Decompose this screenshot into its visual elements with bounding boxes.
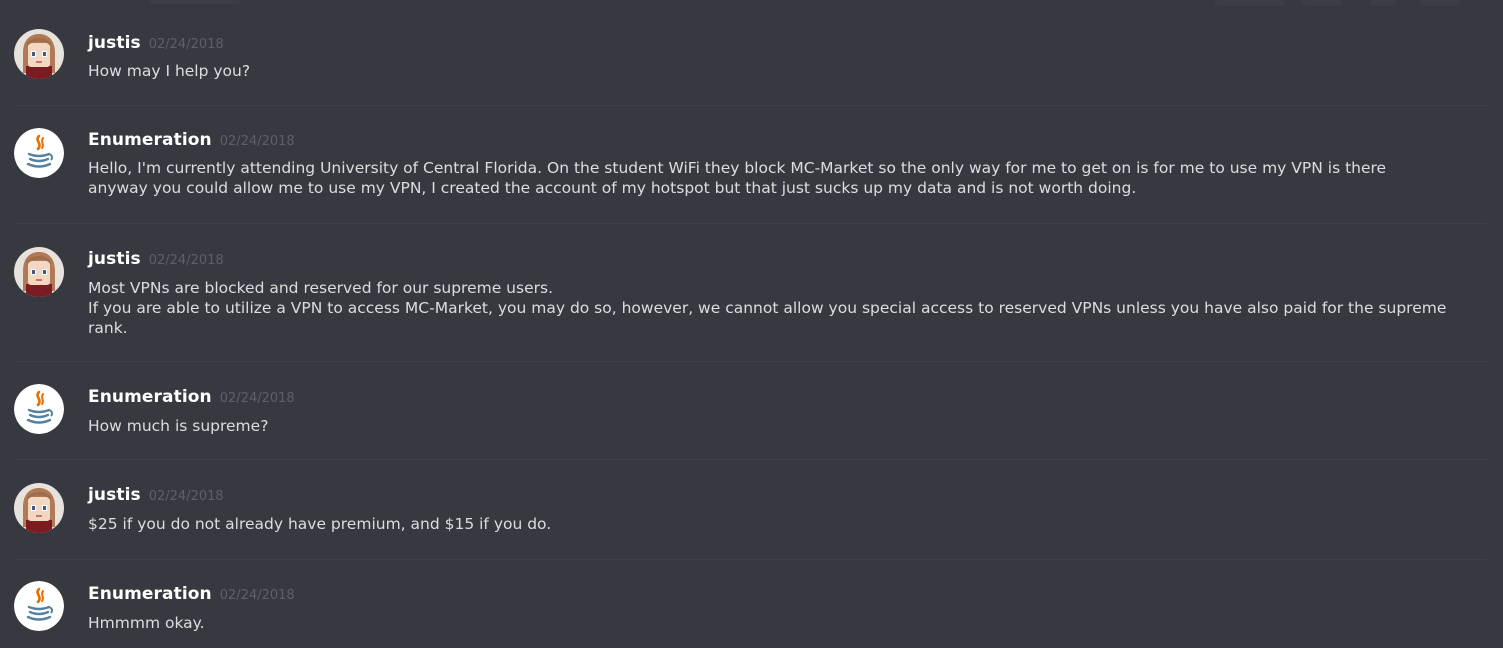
message-content: Most VPNs are blocked and reserved for o… <box>88 278 1468 338</box>
message-timestamp: 02/24/2018 <box>219 134 295 149</box>
chat-messages-pane[interactable]: justis 02/24/2018 How may I help you? En… <box>0 0 1503 648</box>
message-group[interactable]: justis 02/24/2018 How may I help you? <box>0 0 1503 106</box>
message-author[interactable]: Enumeration <box>88 130 212 150</box>
message-line: Hmmmm okay. <box>88 614 205 632</box>
message-group[interactable]: Enumeration 02/24/2018 Hmmmm okay. <box>0 560 1503 648</box>
message-line: Most VPNs are blocked and reserved for o… <box>88 279 553 297</box>
message-content: $25 if you do not already have premium, … <box>88 514 1468 534</box>
message-line: If you are able to utilize a VPN to acce… <box>88 299 1447 317</box>
message-timestamp: 02/24/2018 <box>219 588 295 603</box>
java-coffee-cup-avatar-icon[interactable] <box>14 384 64 434</box>
message-content: Hmmmm okay. <box>88 613 1468 633</box>
message-timestamp: 02/24/2018 <box>148 253 224 268</box>
message-author[interactable]: Enumeration <box>88 584 212 604</box>
message-content: How may I help you? <box>88 61 1468 81</box>
anime-girl-avatar-icon[interactable] <box>14 29 64 79</box>
message-line: How much is supreme? <box>88 417 269 435</box>
java-coffee-cup-avatar-icon[interactable] <box>14 581 64 631</box>
java-coffee-cup-avatar-icon[interactable] <box>14 128 64 178</box>
message-timestamp: 02/24/2018 <box>148 37 224 52</box>
message-author[interactable]: justis <box>88 249 141 269</box>
message-line: How may I help you? <box>88 62 251 80</box>
message-line: anyway you could allow me to use my VPN,… <box>88 179 1137 197</box>
message-content: Hello, I'm currently attending Universit… <box>88 158 1468 198</box>
message-line: rank. <box>88 319 128 337</box>
message-group[interactable]: justis 02/24/2018 $25 if you do not alre… <box>0 460 1503 560</box>
message-timestamp: 02/24/2018 <box>148 489 224 504</box>
message-group[interactable]: justis 02/24/2018 Most VPNs are blocked … <box>0 224 1503 362</box>
message-group[interactable]: Enumeration 02/24/2018 How much is supre… <box>0 362 1503 460</box>
message-content: How much is supreme? <box>88 416 1468 436</box>
message-timestamp: 02/24/2018 <box>219 391 295 406</box>
message-line: $25 if you do not already have premium, … <box>88 515 552 533</box>
message-author[interactable]: justis <box>88 485 141 505</box>
anime-girl-avatar-icon[interactable] <box>14 483 64 533</box>
message-author[interactable]: Enumeration <box>88 387 212 407</box>
anime-girl-avatar-icon[interactable] <box>14 247 64 297</box>
message-group[interactable]: Enumeration 02/24/2018 Hello, I'm curren… <box>0 106 1503 224</box>
message-line: Hello, I'm currently attending Universit… <box>88 159 1387 177</box>
message-author[interactable]: justis <box>88 33 141 53</box>
